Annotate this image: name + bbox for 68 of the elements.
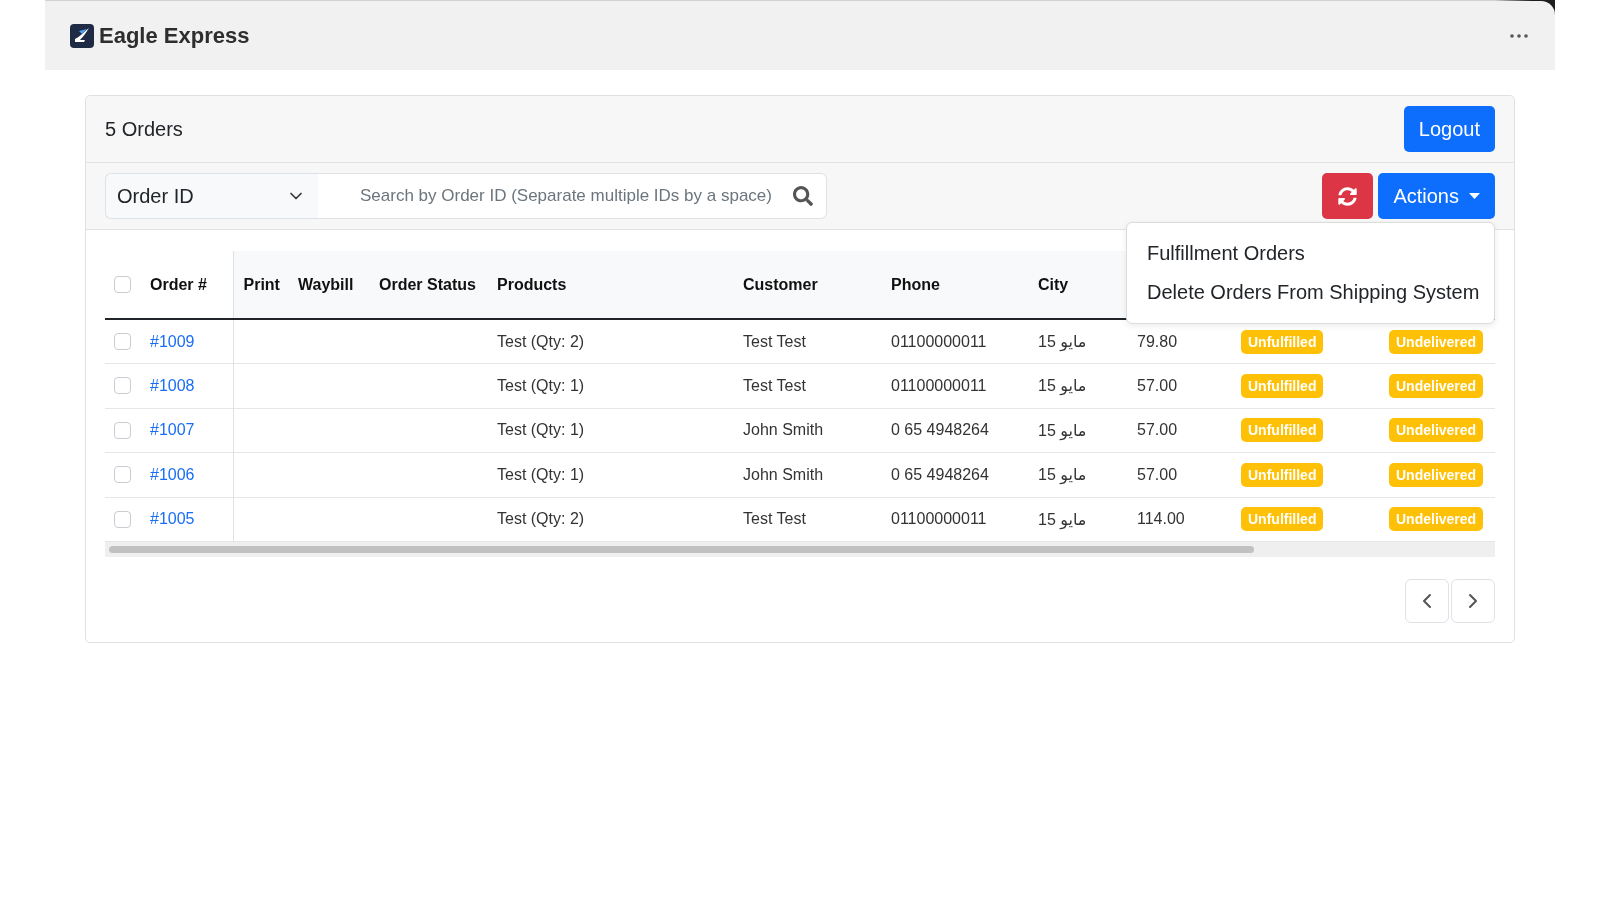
table-cell: Test (Qty: 2) bbox=[487, 497, 733, 542]
app-logo-icon bbox=[70, 23, 94, 48]
column-header: Phone bbox=[881, 251, 1028, 319]
next-page-button[interactable] bbox=[1451, 579, 1495, 623]
table-cell: 57.00 bbox=[1127, 408, 1231, 453]
delivery-status-badge: Undelivered bbox=[1389, 373, 1484, 398]
fulfillment-status-badge: Unfulfilled bbox=[1241, 507, 1324, 532]
logout-button[interactable]: Logout bbox=[1403, 106, 1495, 152]
actions-button[interactable]: Actions bbox=[1378, 173, 1495, 219]
order-link[interactable]: #1009 bbox=[150, 332, 195, 350]
table-cell: 01100000011 bbox=[881, 497, 1028, 542]
table-cell: 0 65 4948264 bbox=[881, 408, 1028, 453]
delivery-status-badge: Undelivered bbox=[1389, 418, 1484, 443]
table-cell: 15 مايو bbox=[1028, 363, 1127, 408]
delivery-status-badge: Undelivered bbox=[1389, 329, 1484, 354]
more-icon[interactable] bbox=[1510, 33, 1528, 38]
column-header: Customer bbox=[733, 251, 881, 319]
table-cell: 01100000011 bbox=[881, 363, 1028, 408]
table-cell: John Smith bbox=[733, 452, 881, 497]
row-checkbox[interactable] bbox=[114, 466, 131, 484]
table-cell: 57.00 bbox=[1127, 363, 1231, 408]
select-all-checkbox[interactable] bbox=[114, 276, 131, 293]
delivery-status-badge: Undelivered bbox=[1389, 507, 1484, 532]
table-cell: Test (Qty: 1) bbox=[487, 452, 733, 497]
order-link[interactable]: #1006 bbox=[150, 465, 195, 483]
app-title: Eagle Express bbox=[99, 22, 250, 49]
table-cell: Test (Qty: 2) bbox=[487, 319, 733, 364]
order-link[interactable]: #1005 bbox=[150, 510, 195, 528]
caret-down-icon bbox=[1469, 193, 1480, 199]
table-cell: 15 مايو bbox=[1028, 452, 1127, 497]
table-cell: Test (Qty: 1) bbox=[487, 363, 733, 408]
fulfillment-status-badge: Unfulfilled bbox=[1241, 462, 1324, 487]
table-cell: 114.00 bbox=[1127, 497, 1231, 542]
scrollbar-thumb[interactable] bbox=[109, 546, 1254, 553]
row-checkbox[interactable] bbox=[114, 333, 131, 350]
table-cell: 0 65 4948264 bbox=[881, 452, 1028, 497]
row-checkbox[interactable] bbox=[114, 421, 131, 439]
column-header: Order Status bbox=[369, 251, 487, 319]
table-cell: Test Test bbox=[733, 363, 881, 408]
table-cell: 15 مايو bbox=[1028, 408, 1127, 453]
menu-item[interactable]: Delete Orders From Shipping System bbox=[1127, 273, 1494, 312]
row-checkbox[interactable] bbox=[114, 377, 131, 395]
refresh-icon bbox=[1338, 186, 1358, 206]
table-cell: Test (Qty: 1) bbox=[487, 408, 733, 453]
row-checkbox[interactable] bbox=[114, 510, 131, 528]
order-link[interactable]: #1008 bbox=[150, 376, 195, 394]
table-cell: 15 مايو bbox=[1028, 497, 1127, 542]
table-cell: Test Test bbox=[733, 319, 881, 364]
column-header: Products bbox=[487, 251, 733, 319]
table-cell: 57.00 bbox=[1127, 452, 1231, 497]
order-link[interactable]: #1007 bbox=[150, 421, 195, 439]
table-cell: 15 مايو bbox=[1028, 319, 1127, 364]
column-header: Waybill bbox=[288, 251, 369, 319]
fulfillment-status-badge: Unfulfilled bbox=[1241, 329, 1324, 354]
menu-item[interactable]: Fulfillment Orders bbox=[1127, 234, 1494, 273]
column-header: Print bbox=[233, 251, 288, 319]
table-cell: 01100000011 bbox=[881, 319, 1028, 364]
column-header: City bbox=[1028, 251, 1127, 319]
fulfillment-status-badge: Unfulfilled bbox=[1241, 418, 1324, 443]
refresh-button[interactable] bbox=[1322, 173, 1374, 219]
previous-page-button[interactable] bbox=[1405, 579, 1449, 623]
table-cell: Test Test bbox=[733, 497, 881, 542]
horizontal-scrollbar[interactable] bbox=[105, 542, 1495, 557]
column-header: Order # bbox=[140, 251, 233, 319]
delivery-status-badge: Undelivered bbox=[1389, 462, 1484, 487]
fulfillment-status-badge: Unfulfilled bbox=[1241, 373, 1324, 398]
orders-count-title: 5 Orders bbox=[105, 117, 183, 141]
table-cell: John Smith bbox=[733, 408, 881, 453]
